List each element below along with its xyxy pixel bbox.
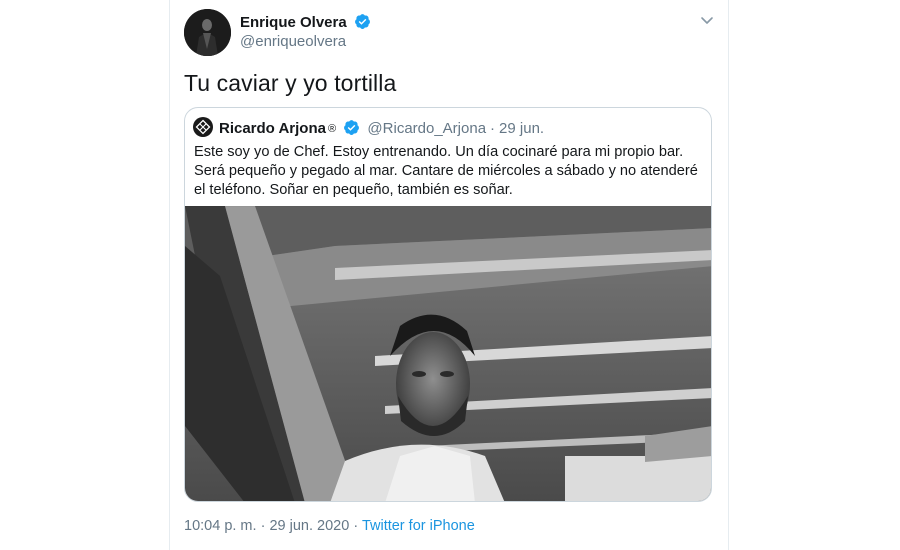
quoted-author-avatar[interactable] (193, 117, 213, 137)
quoted-tweet-card[interactable]: Ricardo Arjona ® @Ricardo_Arjona · 29 jun. … (184, 107, 712, 502)
tweet-meta: 10:04 p. m. · 29 jun. 2020 · Twitter for… (184, 518, 475, 534)
quoted-text: Este soy yo de Chef. Estoy entrenando. U… (194, 143, 704, 200)
verified-badge-icon (344, 120, 360, 135)
author-avatar[interactable] (184, 9, 231, 56)
quoted-date[interactable]: 29 jun. (499, 120, 544, 137)
quoted-author-handle[interactable]: @Ricardo_Arjona (367, 120, 486, 137)
author-name[interactable]: Enrique Olvera (240, 14, 347, 31)
timeline-right-border (728, 0, 729, 550)
timeline-left-border (169, 0, 170, 550)
chevron-down-icon[interactable] (699, 12, 715, 28)
quoted-text-line: el teléfono. Soñar en pequeño, también e… (194, 182, 513, 198)
separator-dot: · (490, 120, 496, 137)
separator-dot: · (353, 518, 359, 534)
author-name-row[interactable]: Enrique Olvera (240, 13, 371, 31)
tweet-time[interactable]: 10:04 p. m. (184, 518, 257, 534)
quoted-text-line: Será pequeño y pegado al mar. Cantare de… (194, 163, 698, 179)
quoted-text-line: Este soy yo de Chef. Estoy entrenando. U… (194, 144, 684, 160)
quoted-photo[interactable] (185, 206, 712, 502)
registered-mark: ® (327, 123, 337, 135)
quoted-header: Ricardo Arjona ® @Ricardo_Arjona · 29 jun. (219, 119, 544, 137)
tweet-text: Tu caviar y yo tortilla (184, 70, 397, 96)
author-handle[interactable]: @enriqueolvera (240, 33, 346, 50)
tweet-date[interactable]: 29 jun. 2020 (269, 518, 349, 534)
tweet-source-link[interactable]: Twitter for iPhone (362, 518, 475, 534)
separator-dot: · (260, 518, 266, 534)
quoted-author-name[interactable]: Ricardo Arjona (219, 120, 326, 137)
verified-badge-icon (354, 14, 370, 29)
